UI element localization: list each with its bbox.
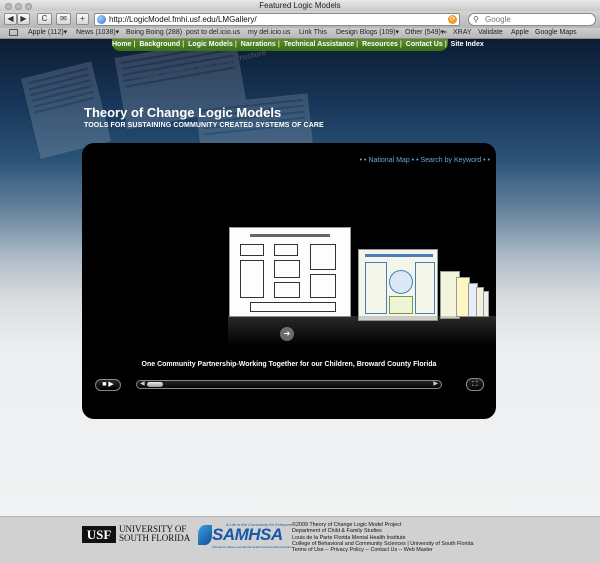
logic-model-thumbnail-2[interactable] — [358, 249, 438, 321]
nav-home[interactable]: Home — [112, 41, 131, 48]
back-button[interactable]: ◀ — [4, 13, 17, 25]
bookmarks-bar: Apple (112)▾ News (1038)▾ Boing Boing (2… — [0, 28, 600, 39]
usf-logo[interactable]: USF — [82, 526, 116, 543]
url-text[interactable]: http://LogicModel.fmhi.usf.edu/LMGallery… — [109, 14, 257, 25]
bookmark-item[interactable]: Validate — [478, 28, 503, 38]
samhsa-swoosh-icon — [198, 525, 212, 545]
search-input[interactable] — [485, 14, 585, 25]
page-subtitle: TOOLS FOR SUSTAINING COMMUNITY CREATED S… — [84, 122, 324, 129]
bookmark-item[interactable]: Boing Boing (288) — [126, 28, 182, 38]
nav-background[interactable]: Background — [139, 41, 180, 48]
nav-logic-models[interactable]: Logic Models — [188, 41, 233, 48]
web-page: Goal: Develop SOC infrastructure Home | B… — [0, 39, 600, 516]
scrollbar-thumb[interactable] — [147, 382, 163, 387]
bookmarks-overflow-button[interactable]: » — [443, 28, 447, 38]
fullscreen-button[interactable]: ⛶ — [466, 378, 484, 391]
reload-button[interactable]: C — [37, 13, 52, 25]
nav-narrations[interactable]: Narrations — [241, 41, 276, 48]
play-stop-button[interactable]: ■ ▶ — [95, 379, 121, 391]
close-window-button[interactable] — [5, 3, 12, 10]
bookmark-item[interactable]: Apple (112)▾ — [28, 28, 67, 38]
nav-contact-us[interactable]: Contact Us — [406, 41, 443, 48]
scroll-left-arrow[interactable]: ◀ — [140, 381, 145, 388]
globe-icon — [97, 15, 106, 24]
page-title: Theory of Change Logic Models — [84, 105, 282, 120]
nav-site-index[interactable]: Site Index — [451, 41, 484, 48]
bookmark-item[interactable]: Other (549)▾ — [405, 28, 444, 38]
bookmark-item[interactable]: News (1038)▾ — [76, 28, 119, 38]
bookmark-item[interactable]: Google Maps — [535, 28, 577, 38]
search-field[interactable]: ⚲ — [468, 13, 596, 26]
rss-icon[interactable]: ⟳ — [448, 15, 457, 24]
minimize-window-button[interactable] — [15, 3, 22, 10]
samhsa-subtext: Substance Abuse and Mental Health Servic… — [212, 545, 293, 549]
bookmark-item[interactable]: Design Blogs (109)▾ — [336, 28, 399, 38]
bookmark-item[interactable]: Apple — [511, 28, 529, 38]
book-icon[interactable] — [9, 29, 18, 36]
bookmark-item[interactable]: XRAY — [453, 28, 472, 38]
samhsa-logo[interactable]: SAMHSA — [212, 526, 283, 544]
usf-wordmark: UNIVERSITY OF SOUTH FLORIDA — [119, 524, 191, 543]
gallery-scrollbar[interactable]: ◀ ▶ — [136, 380, 442, 389]
window-titlebar: Featured Logic Models — [0, 0, 600, 11]
national-map-link[interactable]: National Map — [368, 157, 409, 164]
footer-credits: ©2009 Theory of Change Logic Model Proje… — [292, 522, 473, 553]
site-nav: Home | Background | Logic Models | Narratio… — [112, 39, 484, 51]
bookmark-item[interactable]: my del.icio.us — [248, 28, 290, 38]
footer-links[interactable]: Terms of Use -- Privacy Policy -- Contac… — [292, 547, 473, 553]
page-footer: USF UNIVERSITY OF SOUTH FLORIDA A Life i… — [0, 516, 600, 563]
envelope-icon: ✉ — [60, 14, 67, 23]
gallery-links: • • National Map • • Search by Keyword •… — [359, 157, 490, 164]
search-icon[interactable]: ⚲ — [473, 14, 479, 25]
new-tab-button[interactable]: + — [76, 13, 89, 25]
bookmark-item[interactable]: post to del.icio.us — [186, 28, 240, 38]
browser-toolbar: ◀ ▶ C ✉ + http://LogicModel.fmhi.usf.edu… — [0, 11, 600, 28]
address-bar[interactable]: http://LogicModel.fmhi.usf.edu/LMGallery… — [94, 13, 460, 26]
thumbnail-reflection — [228, 316, 496, 346]
arrow-icon[interactable]: ➜ — [280, 327, 294, 341]
scroll-right-arrow[interactable]: ▶ — [433, 381, 438, 388]
logic-model-thumbnail-7[interactable] — [483, 291, 489, 317]
tab-overview-button[interactable]: ✉ — [56, 13, 71, 25]
gallery-caption: One Community Partnership-Working Togeth… — [141, 361, 437, 368]
zoom-window-button[interactable] — [25, 3, 32, 10]
nav-resources[interactable]: Resources — [362, 41, 398, 48]
nav-technical-assistance[interactable]: Technical Assistance — [284, 41, 354, 48]
search-by-keyword-link[interactable]: Search by Keyword — [420, 157, 481, 164]
gallery-viewer: • • National Map • • Search by Keyword •… — [82, 143, 496, 419]
bookmark-item[interactable]: Link This — [299, 28, 327, 38]
forward-button[interactable]: ▶ — [17, 13, 30, 25]
window-title: Featured Logic Models — [259, 1, 341, 10]
logic-model-thumbnail-main[interactable] — [229, 227, 351, 317]
